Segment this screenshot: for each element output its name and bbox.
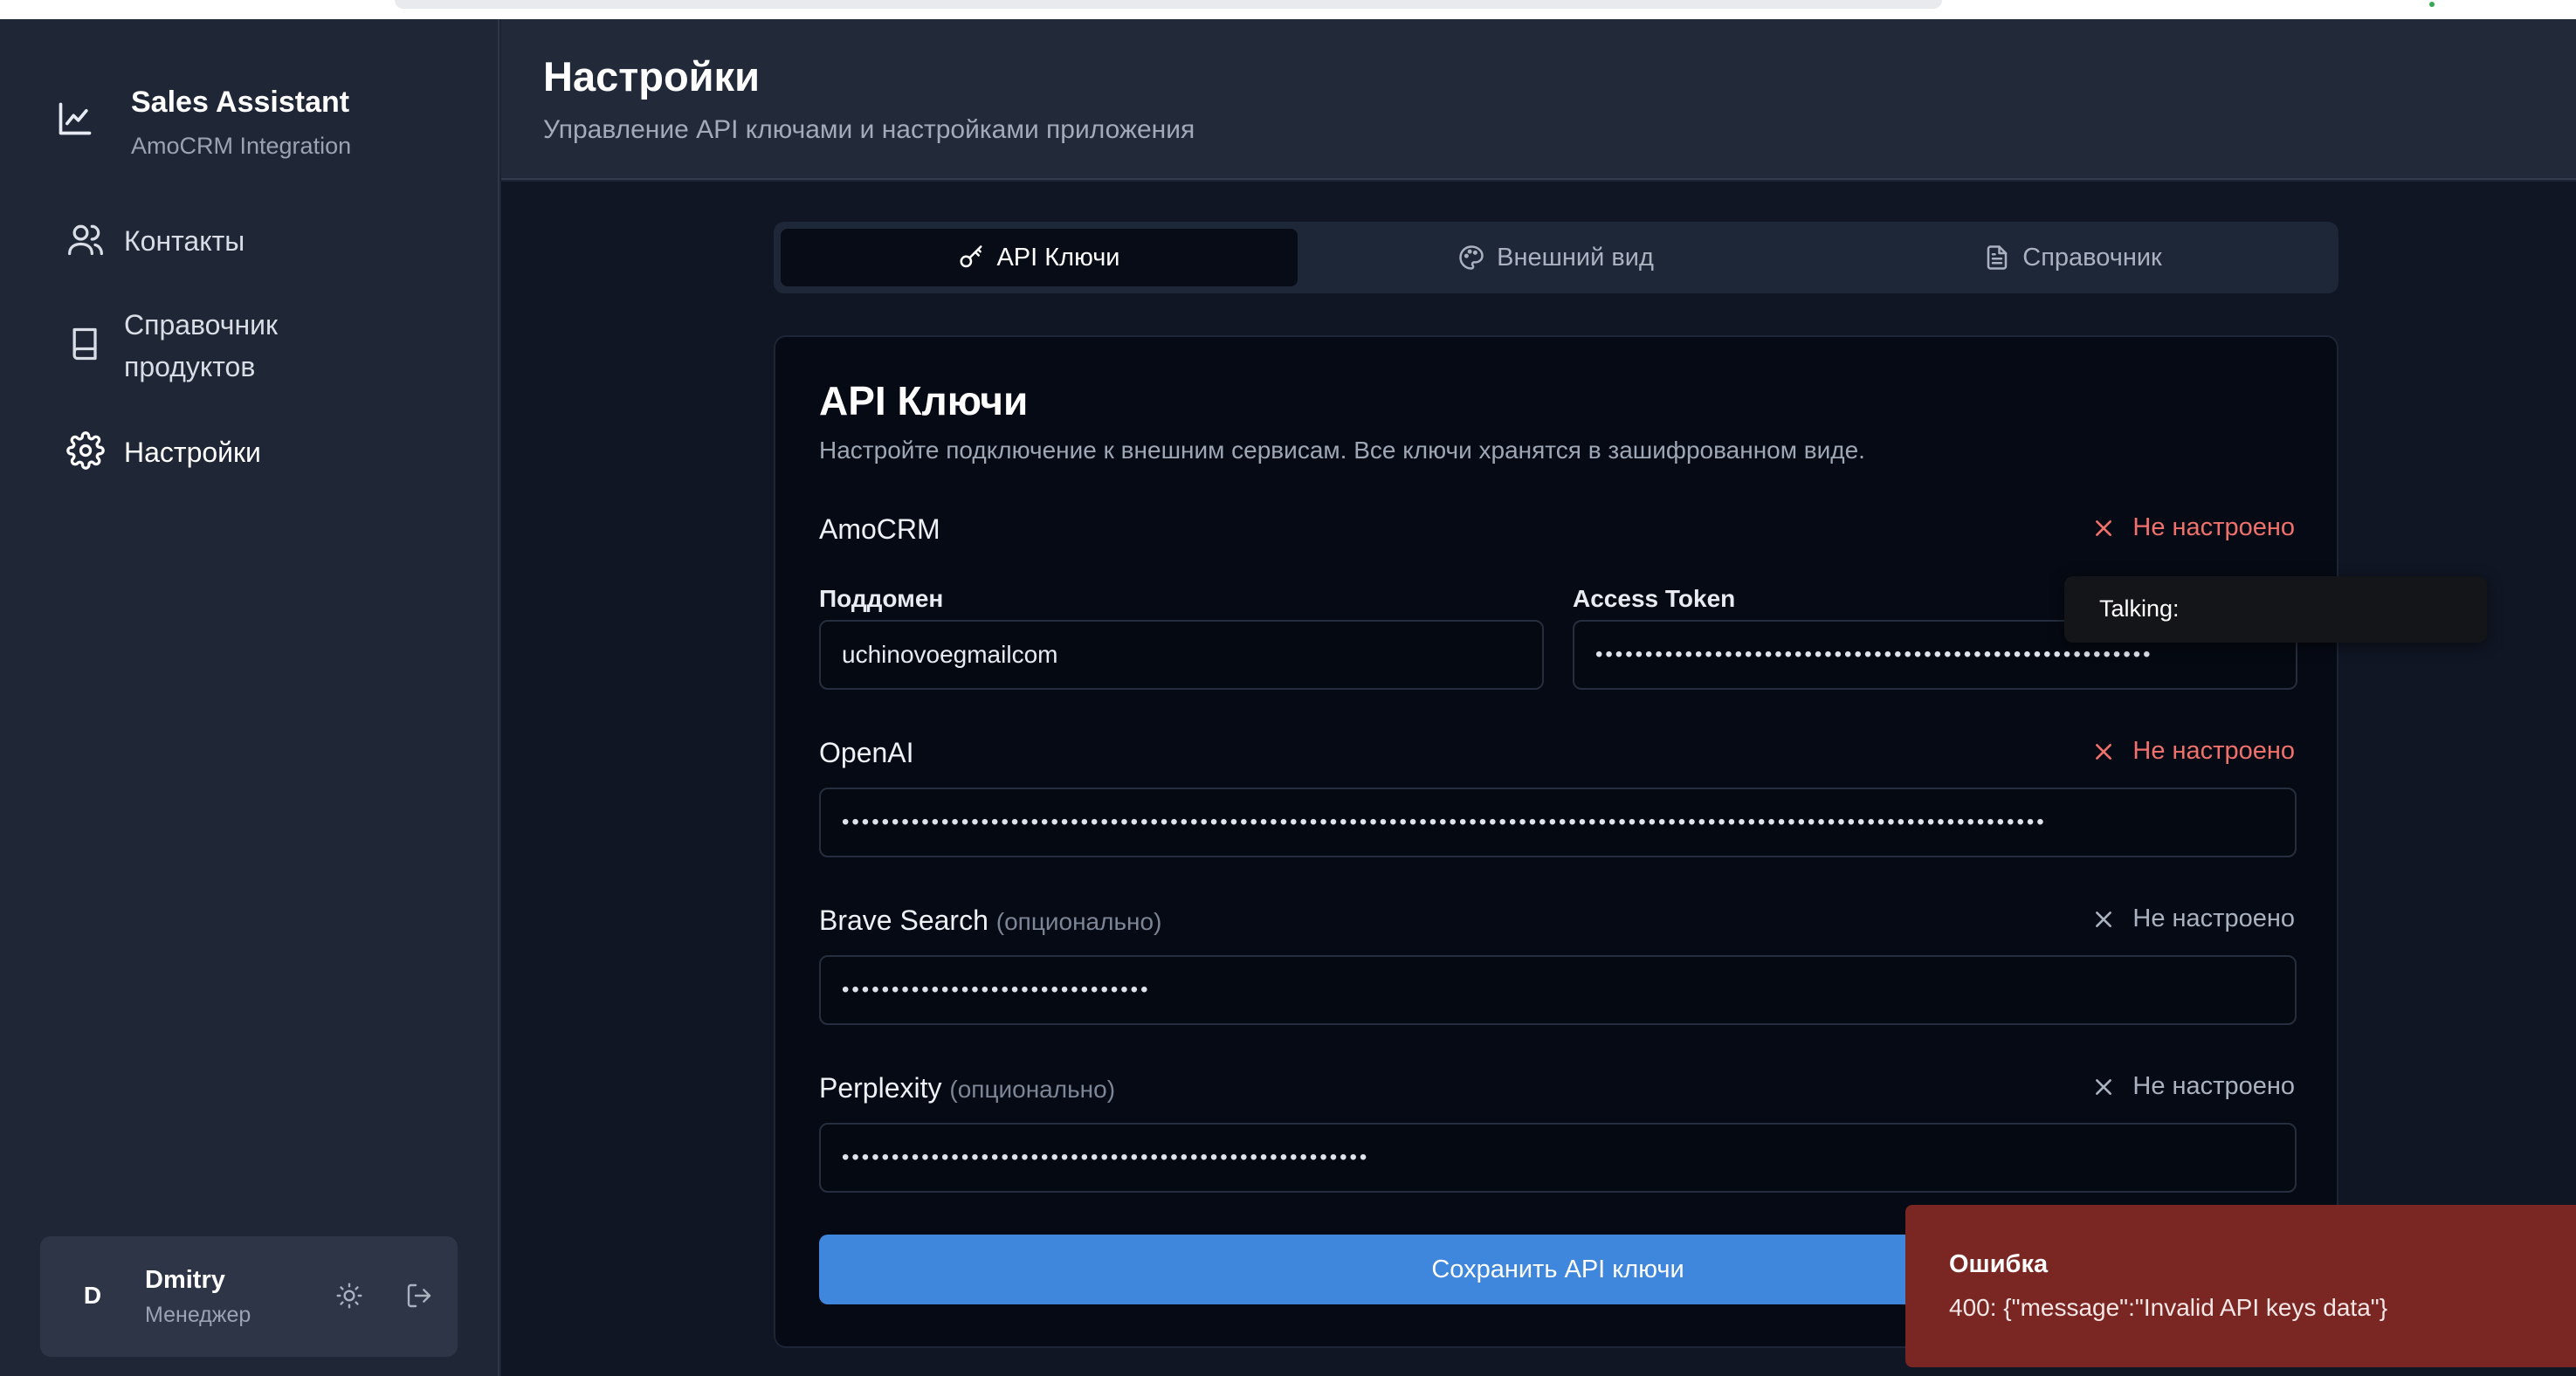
chart-line-icon bbox=[59, 102, 92, 135]
card-description: Настройте подключение к внешним сервисам… bbox=[819, 437, 1865, 464]
status-dot-icon bbox=[2429, 2, 2435, 7]
subdomain-input[interactable]: uchinovoegmailcom bbox=[819, 620, 1544, 690]
talking-tooltip: Talking: bbox=[2064, 576, 2487, 643]
sun-icon bbox=[336, 1283, 362, 1309]
section-name: Brave Search bbox=[819, 905, 988, 936]
gear-icon bbox=[66, 431, 105, 470]
logout-button[interactable] bbox=[398, 1275, 440, 1317]
tab-api-keys[interactable]: API Ключи bbox=[781, 229, 1298, 286]
file-icon bbox=[1987, 245, 2008, 270]
subdomain-label: Поддомен bbox=[819, 585, 944, 612]
browser-address-bar[interactable] bbox=[395, 0, 1942, 9]
brave-status: Не настроено bbox=[2092, 905, 2295, 933]
sidebar-item-contacts[interactable]: Контакты bbox=[35, 220, 472, 262]
tab-appearance[interactable]: Внешний вид bbox=[1298, 229, 1815, 286]
openai-key-input[interactable]: ••••••••••••••••••••••••••••••••••••••••… bbox=[819, 788, 2297, 857]
status-text: Не настроено bbox=[2132, 737, 2295, 765]
book-icon bbox=[72, 327, 97, 361]
avatar: D bbox=[83, 1282, 102, 1309]
error-toast[interactable]: Ошибка 400: {"message":"Invalid API keys… bbox=[1905, 1205, 2576, 1367]
users-icon bbox=[68, 224, 103, 256]
sidebar-item-label: Контакты bbox=[124, 225, 245, 257]
optional-label: (опционально) bbox=[949, 1076, 1116, 1103]
section-name: Perplexity bbox=[819, 1072, 942, 1104]
brave-key-input[interactable]: ••••••••••••••••••••••••••••••• bbox=[819, 955, 2297, 1025]
user-name: Dmitry bbox=[145, 1266, 225, 1294]
toast-title: Ошибка bbox=[1949, 1250, 2049, 1278]
app-title: Sales Assistant bbox=[131, 86, 350, 119]
status-text: Не настроено bbox=[2132, 905, 2295, 932]
toast-message: 400: {"message":"Invalid API keys data"} bbox=[1949, 1294, 2388, 1321]
theme-toggle-button[interactable] bbox=[328, 1275, 370, 1317]
user-card: D Dmitry Менеджер bbox=[40, 1236, 458, 1357]
tab-reference[interactable]: Справочник bbox=[1815, 229, 2331, 286]
status-text: Не настроено bbox=[2132, 1072, 2295, 1100]
tab-label: Внешний вид bbox=[1497, 243, 1654, 272]
browser-top-strip bbox=[0, 0, 2576, 19]
brave-section-title: Brave Search (опционально) bbox=[819, 905, 1161, 937]
api-keys-card: API Ключи Настройте подключение к внешни… bbox=[774, 335, 2338, 1348]
palette-icon bbox=[1459, 245, 1484, 270]
openai-status: Не настроено bbox=[2092, 737, 2295, 766]
amocrm-status: Не настроено bbox=[2092, 513, 2295, 542]
tab-label: Справочник bbox=[2022, 243, 2162, 272]
app-subtitle: AmoCRM Integration bbox=[131, 133, 352, 159]
sidebar-item-settings[interactable]: Настройки bbox=[35, 431, 472, 473]
perplexity-section-title: Perplexity (опционально) bbox=[819, 1072, 1115, 1104]
tab-label: API Ключи bbox=[996, 243, 1120, 272]
page-header: Настройки Управление API ключами и настр… bbox=[501, 19, 2576, 180]
sidebar-item-label: Справочник продуктов bbox=[124, 309, 278, 382]
sidebar-item-products[interactable]: Справочник продуктов bbox=[35, 304, 472, 388]
optional-label: (опционально) bbox=[995, 908, 1162, 935]
card-title: API Ключи bbox=[819, 378, 1029, 423]
key-icon bbox=[960, 245, 982, 268]
sidebar-item-label: Настройки bbox=[124, 437, 261, 468]
perplexity-status: Не настроено bbox=[2092, 1072, 2295, 1101]
logout-icon bbox=[407, 1283, 431, 1308]
close-icon bbox=[2096, 1078, 2112, 1095]
close-icon bbox=[2096, 911, 2112, 927]
openai-section-title: OpenAI bbox=[819, 737, 914, 768]
perplexity-key-input[interactable]: ••••••••••••••••••••••••••••••••••••••••… bbox=[819, 1123, 2297, 1193]
settings-tabs: API Ключи Внешний вид Справочник bbox=[774, 222, 2338, 293]
close-icon bbox=[2096, 519, 2112, 536]
tooltip-text: Talking: bbox=[2099, 595, 2180, 622]
page-subtitle: Управление API ключами и настройками при… bbox=[543, 115, 1195, 144]
status-text: Не настроено bbox=[2132, 513, 2295, 541]
page-title: Настройки bbox=[543, 53, 760, 100]
sidebar: Sales Assistant AmoCRM Integration Конта… bbox=[0, 19, 499, 1376]
user-role: Менеджер bbox=[145, 1303, 251, 1327]
amocrm-section-title: AmoCRM bbox=[819, 513, 940, 545]
access-token-label: Access Token bbox=[1573, 585, 1736, 612]
close-icon bbox=[2096, 743, 2112, 760]
